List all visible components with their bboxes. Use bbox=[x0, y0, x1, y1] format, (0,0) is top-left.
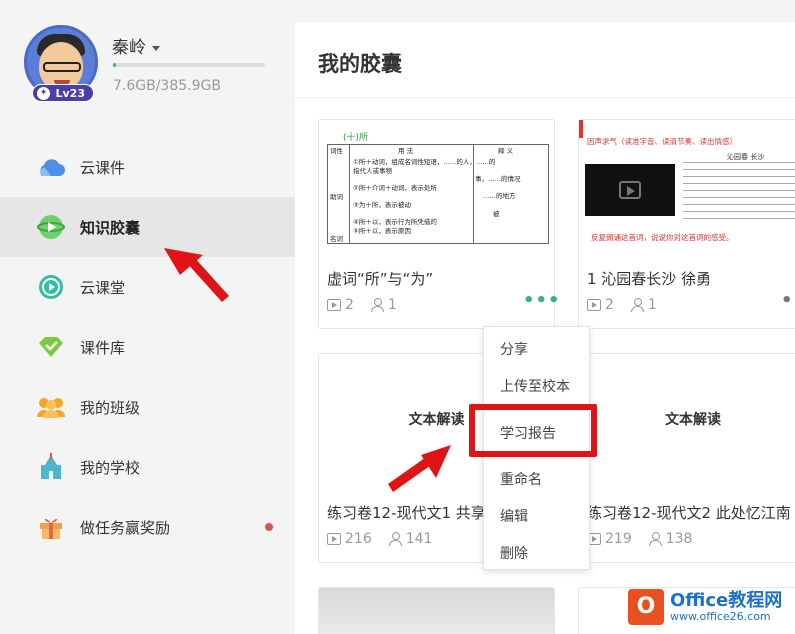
arrow-to-nav bbox=[164, 248, 229, 302]
arrow-to-menu bbox=[388, 445, 451, 492]
annotation-arrows bbox=[164, 248, 451, 492]
watermark-title: Office教程网 bbox=[670, 590, 783, 612]
watermark-logo: O Office教程网 www.office26.com bbox=[628, 584, 795, 630]
watermark-url: www.office26.com bbox=[670, 609, 771, 623]
office-logo-icon: O bbox=[628, 589, 664, 625]
